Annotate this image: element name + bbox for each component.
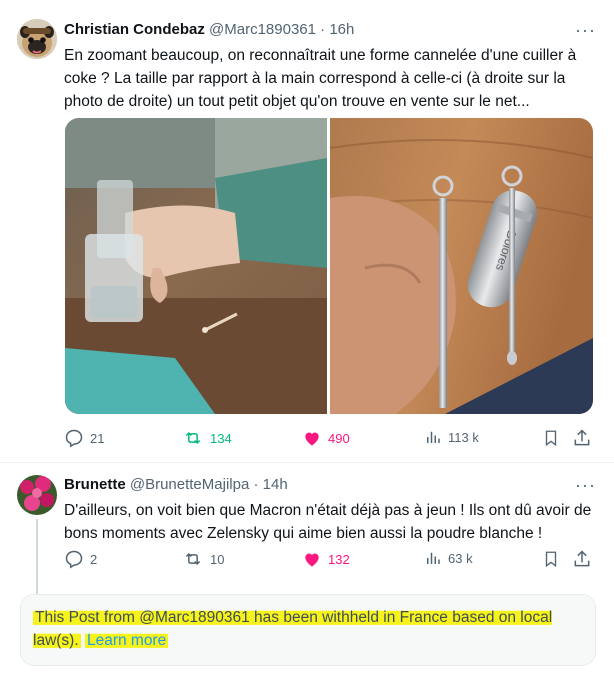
right-photo-spoons: Dolores: [329, 118, 593, 414]
bookmark-button[interactable]: [542, 428, 560, 448]
tweet-text: En zoomant beaucoup, on reconnaîtrait un…: [64, 47, 577, 110]
bookmark-button[interactable]: [542, 549, 560, 569]
media-photos: Dolores: [65, 118, 593, 414]
tweet-actions: 21 134 490 113 k: [64, 428, 594, 452]
bar-chart-icon: [427, 552, 440, 564]
withheld-notice-text: This Post from @Marc1890361 has been wit…: [33, 606, 581, 652]
repost-button[interactable]: 134: [182, 428, 232, 448]
avatar-pug[interactable]: [17, 19, 57, 59]
withheld-notice: This Post from @Marc1890361 has been wit…: [20, 594, 596, 666]
author-name[interactable]: Christian Condebaz: [64, 21, 205, 38]
more-options-icon[interactable]: ···: [575, 475, 596, 496]
author-handle[interactable]: @Marc1890361: [209, 21, 316, 38]
timestamp[interactable]: 16h: [329, 21, 354, 38]
views-count: 113 k: [448, 429, 479, 445]
author-handle[interactable]: @BrunetteMajilpa: [130, 476, 249, 493]
reply-button[interactable]: 21: [64, 428, 104, 448]
tweet-header: Christian Condebaz @Marc1890361 · 16h: [64, 21, 354, 38]
like-count: 490: [328, 430, 350, 446]
heart-icon: [305, 553, 319, 567]
repost-count: 134: [210, 430, 232, 446]
share-button[interactable]: [572, 428, 592, 448]
like-button[interactable]: 132: [302, 549, 350, 569]
bookmark-icon: [545, 551, 557, 568]
heart-icon: [305, 432, 319, 446]
like-count: 132: [328, 551, 350, 567]
views-button[interactable]: 63 k: [424, 549, 473, 567]
reply-icon: [65, 429, 83, 448]
avatar-flowers[interactable]: [17, 475, 57, 515]
repost-count: 10: [210, 551, 225, 567]
repost-icon: [185, 552, 201, 566]
timestamp[interactable]: 14h: [263, 476, 288, 493]
reply-icon: [65, 550, 83, 569]
tweet-1[interactable]: Christian Condebaz @Marc1890361 · 16h ··…: [0, 0, 614, 460]
bar-chart-icon: [427, 431, 440, 443]
repost-button[interactable]: 10: [182, 549, 224, 569]
tweet-2[interactable]: Brunette @BrunetteMajilpa · 14h ··· D'ai…: [0, 463, 614, 639]
reply-count: 2: [90, 551, 98, 567]
share-button[interactable]: [572, 549, 592, 569]
more-options-icon[interactable]: ···: [575, 20, 596, 41]
tweet-media[interactable]: Dolores: [65, 118, 593, 414]
author-name[interactable]: Brunette: [64, 476, 126, 493]
bookmark-icon: [545, 430, 557, 447]
share-icon: [574, 550, 590, 567]
learn-more-link[interactable]: Learn more: [84, 632, 169, 649]
like-button[interactable]: 490: [302, 428, 350, 448]
repost-icon: [185, 431, 201, 445]
reply-count: 21: [90, 430, 105, 446]
separator-dot: ·: [320, 21, 326, 38]
tweet-header: Brunette @BrunetteMajilpa · 14h: [64, 476, 288, 493]
share-icon: [574, 429, 590, 446]
views-count: 63 k: [448, 550, 473, 566]
separator-dot: ·: [253, 476, 259, 493]
views-button[interactable]: 113 k: [424, 428, 479, 446]
reply-button[interactable]: 2: [64, 549, 97, 569]
tweet-text: D'ailleurs, on voit bien que Macron n'ét…: [64, 502, 592, 542]
left-photo-hand-glass: [65, 118, 327, 414]
tweet-actions: 2 10 132 63 k: [64, 549, 594, 573]
